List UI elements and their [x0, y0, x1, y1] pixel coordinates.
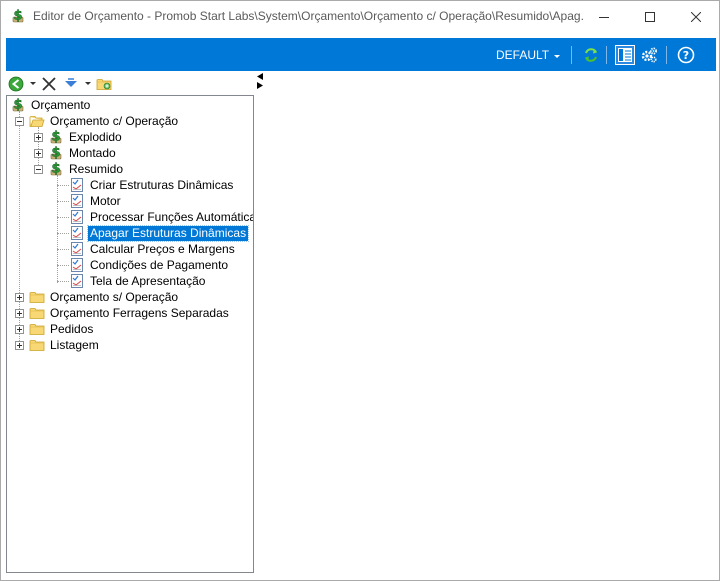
tree-connector [57, 233, 69, 234]
tree-connector [57, 265, 69, 266]
script-document-icon [69, 273, 85, 289]
tree-node-item[interactable]: Criar Estruturas Dinâmicas [69, 177, 235, 193]
tree-node-label: Orçamento [31, 97, 91, 112]
expand-toggle[interactable] [15, 309, 24, 318]
budget-dollar-icon [48, 161, 64, 177]
script-document-icon [69, 193, 85, 209]
tree-node-sem-operacao[interactable]: Orçamento s/ Operação [29, 289, 180, 305]
budget-dollar-icon [10, 8, 26, 24]
tree-node-label: Orçamento Ferragens Separadas [50, 305, 229, 320]
close-button[interactable] [673, 1, 719, 32]
collapse-toggle[interactable] [15, 117, 24, 126]
script-document-icon [69, 225, 85, 241]
tree-node-item[interactable]: Processar Funções Automáticas [69, 209, 254, 225]
folder-icon [29, 321, 45, 337]
tree-connector [57, 217, 69, 218]
title-bar[interactable]: Editor de Orçamento - Promob Start Labs\… [1, 1, 719, 32]
main-toolbar: DEFAULT ? [6, 38, 716, 71]
expand-toggle[interactable] [15, 325, 24, 334]
folder-icon [29, 289, 45, 305]
panel-layout-icon[interactable] [615, 45, 635, 65]
tree-node-listagem[interactable]: Listagem [29, 337, 101, 353]
expand-toggle[interactable] [15, 293, 24, 302]
script-document-icon [69, 257, 85, 273]
tree-node-label: Explodido [69, 129, 122, 144]
tree-connector [57, 175, 58, 283]
tree-connector [57, 249, 69, 250]
folder-open-icon [29, 113, 45, 129]
tree-node-resumido[interactable]: Resumido [48, 161, 125, 177]
detail-panel [267, 73, 717, 573]
close-icon [691, 11, 701, 22]
tree-node-label: Resumido [69, 161, 124, 176]
settings-gears-icon[interactable] [640, 46, 658, 64]
toolbar-separator [666, 46, 667, 64]
tree-node-label: Criar Estruturas Dinâmicas [90, 177, 234, 192]
toolbar-separator [571, 46, 572, 64]
tree-node-label: Montado [69, 145, 116, 160]
tree-node-label: Tela de Apresentação [90, 273, 206, 288]
tree-node-explodido[interactable]: Explodido [48, 129, 124, 145]
maximize-button[interactable] [627, 1, 673, 32]
tree-node-item[interactable]: Calcular Preços e Margens [69, 241, 237, 257]
collapse-panel-arrows[interactable] [255, 73, 265, 89]
tree-node-com-operacao[interactable]: Orçamento c/ Operação [29, 113, 180, 129]
budget-tree-view[interactable]: Orçamento Orçamento c/ Operação Explodid… [6, 95, 254, 573]
tree-toolbar [6, 73, 254, 95]
folder-icon [29, 305, 45, 321]
tree-node-item-selected[interactable]: Apagar Estruturas Dinâmicas [69, 224, 250, 242]
tree-node-item[interactable]: Condições de Pagamento [69, 257, 230, 273]
move-down-icon[interactable] [63, 76, 79, 92]
expand-toggle[interactable] [34, 149, 43, 158]
svg-text:?: ? [683, 49, 689, 62]
tree-node-montado[interactable]: Montado [48, 145, 118, 161]
tree-node-pedidos[interactable]: Pedidos [29, 321, 95, 337]
chevron-down-icon [554, 54, 561, 58]
toolbar-separator [606, 46, 607, 64]
minimize-icon [599, 16, 609, 18]
maximize-icon [645, 11, 655, 22]
tree-node-ferragens[interactable]: Orçamento Ferragens Separadas [29, 305, 231, 321]
profile-dropdown[interactable]: DEFAULT [496, 48, 561, 62]
script-document-icon [69, 209, 85, 225]
script-document-icon [69, 177, 85, 193]
tree-node-item[interactable]: Tela de Apresentação [69, 273, 207, 289]
profile-label: DEFAULT [496, 48, 550, 62]
delete-x-icon[interactable] [41, 76, 57, 92]
tree-connector [57, 201, 69, 202]
tree-node-label: Pedidos [50, 321, 94, 336]
tree-node-label: Processar Funções Automáticas [90, 209, 254, 224]
move-dropdown-caret[interactable] [85, 82, 91, 85]
tree-node-label: Apagar Estruturas Dinâmicas [86, 224, 250, 242]
back-dropdown-caret[interactable] [30, 82, 36, 85]
back-green-icon[interactable] [8, 76, 24, 92]
expand-toggle[interactable] [34, 133, 43, 142]
add-folder-icon[interactable] [96, 76, 112, 92]
minimize-button[interactable] [581, 1, 627, 32]
tree-node-label: Condições de Pagamento [90, 257, 229, 272]
tree-node-label: Orçamento s/ Operação [50, 289, 179, 304]
budget-editor-window: Editor de Orçamento - Promob Start Labs\… [0, 0, 720, 581]
refresh-icon[interactable] [582, 46, 600, 64]
budget-dollar-icon [48, 129, 64, 145]
window-title: Editor de Orçamento - Promob Start Labs\… [33, 9, 583, 23]
tree-node-label: Orçamento c/ Operação [50, 113, 179, 128]
script-document-icon [69, 241, 85, 257]
budget-dollar-icon [10, 97, 26, 113]
tree-connector [57, 185, 69, 186]
tree-node-label: Calcular Preços e Margens [90, 241, 235, 256]
tree-node-item[interactable]: Motor [69, 193, 123, 209]
collapse-toggle[interactable] [34, 165, 43, 174]
tree-node-label: Motor [90, 193, 121, 208]
expand-toggle[interactable] [15, 341, 24, 350]
tree-connector [57, 281, 69, 282]
tree-node-label: Listagem [50, 337, 99, 352]
help-icon[interactable]: ? [677, 46, 695, 64]
tree-node-root[interactable]: Orçamento [10, 97, 92, 113]
folder-icon [29, 337, 45, 353]
budget-dollar-icon [48, 145, 64, 161]
